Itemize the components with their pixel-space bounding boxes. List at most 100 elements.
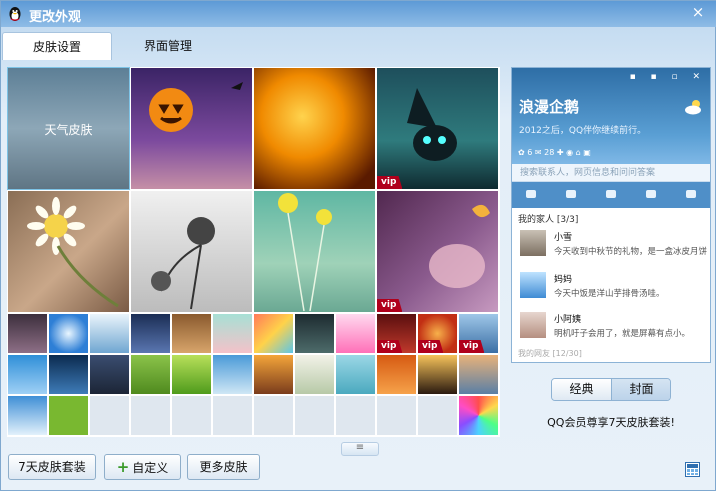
qq-penguin-icon <box>9 7 21 21</box>
dandelion-art <box>278 193 332 312</box>
vip-badge: vip <box>377 299 403 312</box>
change-appearance-window: 更改外观 × 皮肤设置 界面管理 天气皮肤 vip vip vip vip vi… <box>0 0 716 491</box>
palette-icon[interactable] <box>685 462 700 477</box>
skin-tile-sunset-surfer[interactable] <box>253 354 294 395</box>
preview-tabs <box>512 182 710 208</box>
skin-slot-empty <box>417 395 458 436</box>
preview-group-title: 我的家人 [3/3] <box>518 215 579 225</box>
preview-contact: 妈妈 今天中饭是洋山芋排骨汤哇。 <box>512 268 710 308</box>
preview-mode-toggle: 经典 封面 <box>551 378 671 401</box>
skin-tile-harbor[interactable] <box>89 354 130 395</box>
weather-cloud-icon <box>685 100 701 115</box>
contacts-tab-icon <box>526 190 536 198</box>
skin-tile-pumpkin-lights[interactable] <box>253 67 376 190</box>
avatar <box>520 230 546 256</box>
skin-tile-pumpkin-night[interactable] <box>130 67 253 190</box>
contact-message: 今天中饭是洋山芋排骨汤哇。 <box>554 289 665 299</box>
skin-grid: 天气皮肤 vip vip vip vip vip <box>7 67 500 437</box>
skin-tile-butterfly-hand[interactable]: vip <box>376 190 499 313</box>
classic-mode-button[interactable]: 经典 <box>552 379 611 400</box>
vip-badge: vip <box>377 340 403 353</box>
preview-window-buttons: ▪ ▪ ▫ ✕ <box>629 72 706 82</box>
contact-message: 今天收到中秋节的礼物，是一盒冰皮月饼 <box>554 247 708 257</box>
preview-search-field: 搜索联系人，网页信息和问问答案 <box>512 164 710 182</box>
skin-tile-dark-forest[interactable] <box>294 313 335 354</box>
skin-tile-snail[interactable] <box>130 354 171 395</box>
skin-tile-colorful[interactable] <box>253 313 294 354</box>
skin-tile-sky-blue[interactable] <box>7 354 48 395</box>
skin-slot-empty <box>294 395 335 436</box>
tab-skin-settings[interactable]: 皮肤设置 <box>2 32 112 60</box>
skin-slot-empty <box>212 395 253 436</box>
vip-badge: vip <box>418 340 444 353</box>
collapse-handle[interactable]: ≡ <box>341 442 379 456</box>
avatar <box>520 272 546 298</box>
preview-contact: 小阿姨 明机吁子会用了，就是屏幕有点小。 <box>512 308 710 348</box>
skin-tile-dandelion-teal[interactable] <box>253 190 376 313</box>
skin-preview-panel: ▪ ▪ ▫ ✕ 浪漫企鹅 2012之后，QQ伴你继续前行。 ✿ 6 ✉ 28 ✚… <box>511 67 711 363</box>
skin-tile-silhouette[interactable] <box>417 354 458 395</box>
skin-slot-empty <box>376 395 417 436</box>
skin-tile-pier[interactable] <box>458 354 499 395</box>
skin-tile-anime-girl[interactable] <box>130 313 171 354</box>
vip-badge: vip <box>459 340 485 353</box>
tab-interface-management[interactable]: 界面管理 <box>113 32 223 60</box>
pumpkin-art <box>149 82 243 132</box>
window-title: 更改外观 <box>29 10 82 25</box>
weather-skin-label: 天气皮肤 <box>44 123 93 137</box>
skin-tile-daisy-blue[interactable] <box>212 354 253 395</box>
customize-button[interactable]: + 自定义 <box>104 454 181 480</box>
skin-tile-doll[interactable] <box>7 313 48 354</box>
contact-message: 明机吁子会用了，就是屏幕有点小。 <box>554 329 691 339</box>
recent-tab-icon <box>686 190 696 198</box>
avatar <box>520 312 546 338</box>
vip-badge: vip <box>377 176 403 189</box>
preview-contact: 小雪 今天收到中秋节的礼物，是一盒冰皮月饼 <box>512 226 710 266</box>
preview-header: ▪ ▪ ▫ ✕ 浪漫企鹅 2012之后，QQ伴你继续前行。 ✿ 6 ✉ 28 ✚… <box>512 68 710 164</box>
close-button[interactable]: × <box>687 3 709 21</box>
skin-tile-bamboo[interactable] <box>294 354 335 395</box>
preview-status-row: ✿ 6 ✉ 28 ✚ ◉ ⌂ ▣ <box>518 148 591 157</box>
skin-tile-daisy-warm[interactable] <box>7 190 130 313</box>
skin-tile-vip-pumpkin[interactable]: vip <box>417 313 458 354</box>
skin-slot-empty <box>171 395 212 436</box>
skin-slot-empty <box>89 395 130 436</box>
plus-icon: + <box>116 458 130 476</box>
title-bar: 更改外观 × <box>1 1 716 27</box>
skin-tile-night-bridge[interactable] <box>48 354 89 395</box>
skin-tile-green-leaf[interactable] <box>171 354 212 395</box>
more-skins-button[interactable]: 更多皮肤 <box>187 454 260 480</box>
vip-promo-text: QQ会员尊享7天皮肤套装! <box>547 416 675 429</box>
skin-tile-cartoon-bear[interactable] <box>212 313 253 354</box>
skin-tile-solid-green[interactable] <box>48 395 89 436</box>
seven-day-skin-pack-button[interactable]: 7天皮肤套装 <box>8 454 96 480</box>
skin-tile-pink-candy[interactable] <box>335 313 376 354</box>
skin-tile-witch-cat[interactable]: vip <box>376 67 499 190</box>
skin-tile-orange-glow[interactable] <box>376 354 417 395</box>
skin-tile-vip-portrait[interactable]: vip <box>458 313 499 354</box>
contact-name: 妈妈 <box>554 275 573 285</box>
skin-slot-empty <box>253 395 294 436</box>
witch-cat-art <box>407 88 457 161</box>
preview-friends-group: 我的网友 [12/30] <box>518 349 582 358</box>
skin-tile-daisy-sketch[interactable] <box>130 190 253 313</box>
skin-tile-rain-drops[interactable] <box>335 354 376 395</box>
contact-name: 小雪 <box>554 233 573 243</box>
skin-tile-blue-rays[interactable] <box>48 313 89 354</box>
color-picker-tile[interactable] <box>458 395 499 436</box>
contact-name: 小阿姨 <box>554 315 582 325</box>
skin-tile-clouds[interactable] <box>7 395 48 436</box>
skin-tile-brown-figure[interactable] <box>171 313 212 354</box>
skin-tile-vip-red[interactable]: vip <box>376 313 417 354</box>
sketch-flower-art <box>151 217 215 310</box>
butterfly-art <box>429 204 490 288</box>
skin-tile-penguin[interactable] <box>89 313 130 354</box>
customize-label: 自定义 <box>132 461 169 475</box>
groups-tab-icon <box>566 190 576 198</box>
skin-slot-empty <box>335 395 376 436</box>
skin-tile-weather[interactable]: 天气皮肤 <box>7 67 130 190</box>
preview-signature: 2012之后，QQ伴你继续前行。 <box>519 126 647 136</box>
cover-mode-button[interactable]: 封面 <box>611 379 670 400</box>
daisy-art <box>27 197 119 308</box>
qzone-tab-icon <box>606 190 616 198</box>
